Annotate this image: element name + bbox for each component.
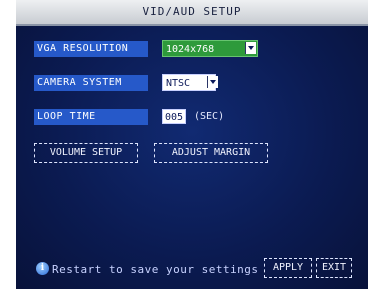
chevron-down-icon[interactable]	[207, 76, 218, 88]
settings-panel: VGA RESOLUTION 1024x768 CAMERA SYSTEM NT…	[16, 26, 368, 289]
volume-setup-button[interactable]: VOLUME SETUP	[34, 143, 138, 163]
vga-resolution-label: VGA RESOLUTION	[34, 41, 148, 57]
chevron-down-icon[interactable]	[245, 42, 256, 54]
camera-system-value: NTSC	[166, 78, 191, 89]
dvr-screen: VID/AUD SETUP VGA RESOLUTION 1024x768 CA…	[16, 0, 368, 289]
loop-time-unit: (SEC)	[194, 111, 225, 122]
title-bar: VID/AUD SETUP	[16, 0, 368, 26]
apply-button[interactable]: APPLY	[264, 258, 312, 278]
loop-time-input[interactable]: 005	[162, 109, 186, 124]
exit-button[interactable]: EXIT	[316, 258, 352, 278]
loop-time-label: LOOP TIME	[34, 109, 148, 125]
camera-system-label: CAMERA SYSTEM	[34, 75, 148, 91]
window-title: VID/AUD SETUP	[142, 5, 242, 18]
vga-resolution-value: 1024x768	[166, 44, 215, 55]
adjust-margin-button[interactable]: ADJUST MARGIN	[154, 143, 268, 163]
vga-resolution-select[interactable]: 1024x768	[162, 40, 258, 57]
restart-hint: Restart to save your settings	[52, 263, 259, 276]
info-icon: i	[36, 262, 49, 275]
